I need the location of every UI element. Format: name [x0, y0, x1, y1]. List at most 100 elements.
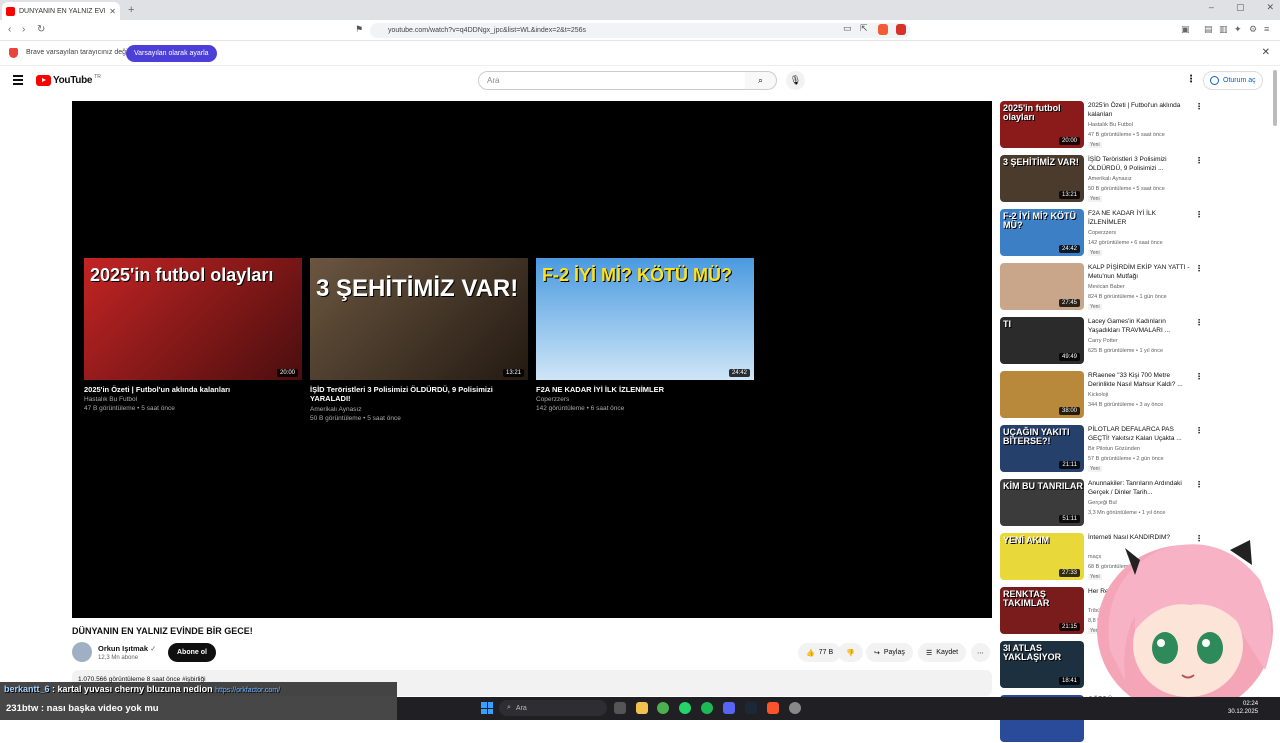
sidebar-video-item[interactable]: 27:45 KALP PİŞİRDİM EKİP YAN YATTI - Metu… — [1000, 263, 1205, 311]
sidebar-thumbnail[interactable]: KİM BU TANRILAR 51:11 — [1000, 479, 1084, 526]
more-options-icon[interactable]: ⋮ — [1195, 426, 1203, 435]
search-input[interactable]: Ara — [478, 71, 746, 90]
sidebar-video-title[interactable]: KALP PİŞİRDİM EKİP YAN YATTI - Metu'nun … — [1088, 263, 1193, 282]
endcard-thumbnail[interactable]: 3 ŞEHİTİMİZ VAR! 13:21 — [310, 258, 528, 380]
save-button[interactable]: ☰ Kaydet — [918, 643, 967, 662]
screen-cast-icon[interactable]: ▭ — [843, 23, 852, 34]
like-button[interactable]: 👍 77 B — [798, 643, 842, 662]
menu-icon[interactable]: ≡ — [1264, 24, 1269, 34]
sidebar-thumbnail[interactable]: 38:00 — [1000, 371, 1084, 418]
sign-in-button[interactable]: Oturum aç — [1203, 71, 1263, 90]
ai-leo-icon[interactable]: ✦ — [1234, 24, 1242, 35]
maximize-icon[interactable]: ▢ — [1236, 2, 1245, 13]
brave-shields-icon[interactable] — [878, 24, 888, 35]
video-player[interactable]: 2025'in futbol olayları 20:00 2025'in Öz… — [72, 101, 992, 618]
endcard-video[interactable]: F-2 İYİ Mİ? KÖTÜ MÜ? 24:42 F2A NE KADAR … — [536, 258, 754, 412]
system-clock[interactable]: 02:24 30.12.2025 — [1228, 700, 1258, 717]
sidebar-thumbnail[interactable]: UÇAĞIN YAKITI BİTERSE?! 21:11 — [1000, 425, 1084, 472]
chat-link[interactable]: https://orkfactor.com/ — [215, 687, 280, 694]
share-icon[interactable]: ⇱ — [860, 23, 868, 34]
page-scrollbar[interactable] — [1273, 70, 1277, 126]
bookmark-icon[interactable]: ⚑ — [355, 24, 363, 35]
hamburger-menu-icon[interactable] — [13, 75, 23, 87]
more-options-icon[interactable]: ⋮ — [1195, 372, 1203, 381]
sidebar-video-item[interactable]: TI 49:49 Lacey Games'in Kadınların Yaşadık… — [1000, 317, 1205, 365]
brave-icon[interactable] — [767, 702, 779, 714]
forward-icon[interactable]: › — [22, 24, 25, 35]
close-infobar-icon[interactable]: ✕ — [1262, 47, 1270, 58]
endcard-title[interactable]: İŞİD Teröristleri 3 Polisimizi ÖLDÜRDÜ, … — [310, 385, 528, 404]
share-button[interactable]: ↪ Paylaş — [866, 643, 913, 662]
vpn-icon[interactable]: ▥ — [1219, 24, 1228, 35]
sidebar-thumbnail[interactable]: 3I ATLAS YAKLAŞIYOR 18:41 — [1000, 641, 1084, 688]
back-icon[interactable]: ‹ — [8, 24, 11, 35]
endcard-title[interactable]: 2025'in Özeti | Futbol'un aklında kalanl… — [84, 385, 302, 394]
sidebar-video-title[interactable]: Lacey Games'in Kadınların Yaşadıkları TR… — [1088, 317, 1193, 336]
more-options-icon[interactable]: ⋮ — [1195, 480, 1203, 489]
close-tab-icon[interactable]: ✕ — [109, 7, 116, 16]
close-window-icon[interactable]: ✕ — [1266, 2, 1274, 13]
new-tab-icon[interactable]: + — [128, 4, 134, 16]
share-arrow-icon: ↪ — [874, 649, 880, 657]
windows-start-icon[interactable] — [481, 702, 493, 714]
wallet-icon[interactable]: ▤ — [1204, 24, 1213, 35]
minimize-icon[interactable]: – — [1209, 2, 1214, 13]
sidebar-video-item[interactable]: 3 ŞEHİTİMİZ VAR! 13:21 İŞİD Teröristleri 3… — [1000, 155, 1205, 203]
subscribe-button[interactable]: Abone ol — [168, 643, 216, 662]
sidebar-thumbnail[interactable]: 2025'in futbol olayları 20:00 — [1000, 101, 1084, 148]
sidebar-thumbnail[interactable]: TI 49:49 — [1000, 317, 1084, 364]
steam-icon[interactable] — [745, 702, 757, 714]
sidebar-video-title[interactable]: İŞİD Teröristleri 3 Polisimizi ÖLDÜRDÜ, … — [1088, 155, 1193, 174]
url-field[interactable]: youtube.com/watch?v=q4DDNgx_jpc&list=WL&… — [370, 23, 910, 38]
chat-username: berkantt_6 — [4, 684, 50, 694]
channel-avatar[interactable] — [72, 642, 92, 662]
sidebar-video-item[interactable]: F-2 İYİ Mİ? KÖTÜ MÜ? 24:42 F2A NE KADAR İY… — [1000, 209, 1205, 257]
obs-icon[interactable] — [789, 702, 801, 714]
sidebar-video-title[interactable]: PİLOTLAR DEFALARCA PAS GEÇTİ! Yakıtsız K… — [1088, 425, 1193, 444]
sidebar-thumbnail[interactable]: 27:45 — [1000, 263, 1084, 310]
task-view-icon[interactable] — [614, 702, 626, 714]
more-options-icon[interactable]: ⋮ — [1195, 156, 1203, 165]
sidebar-video-title[interactable]: Anunnakiler: Tanrıların Ardındaki Gerçek… — [1088, 479, 1193, 498]
tab-strip: DÜNYANIN EN YALNIZ EVİNDE BİR ✕ + – ▢ ✕ — [0, 0, 1280, 20]
spotify-icon[interactable] — [701, 702, 713, 714]
sidebar-video-item[interactable]: 38:00 RRaenee "33 Kişi 700 Metre Derinlik… — [1000, 371, 1205, 419]
sidebar-thumbnail[interactable]: RENKTAŞ TAKIMLAR 21:15 — [1000, 587, 1084, 634]
thumbnail-caption: 3I ATLAS YAKLAŞIYOR — [1003, 643, 1062, 662]
endcard-title[interactable]: F2A NE KADAR İYİ İLK İZLENİMLER — [536, 385, 754, 394]
file-explorer-icon[interactable] — [636, 702, 648, 714]
more-actions-button[interactable]: ⋯ — [971, 643, 990, 662]
sidebar-video-item[interactable]: UÇAĞIN YAKITI BİTERSE?! 21:11 PİLOTLAR DEF… — [1000, 425, 1205, 473]
more-options-icon[interactable]: ⋮ — [1195, 318, 1203, 327]
whatsapp-icon[interactable] — [679, 702, 691, 714]
sidebar-video-item[interactable]: 2025'in futbol olayları 20:00 2025'in Özet… — [1000, 101, 1205, 149]
endcard-video[interactable]: 2025'in futbol olayları 20:00 2025'in Öz… — [84, 258, 302, 412]
endcard-video[interactable]: 3 ŞEHİTİMİZ VAR! 13:21 İŞİD Teröristleri… — [310, 258, 528, 422]
endcard-thumbnail[interactable]: F-2 İYİ Mİ? KÖTÜ MÜ? 24:42 — [536, 258, 754, 380]
discord-icon[interactable] — [723, 702, 735, 714]
extensions-icon[interactable]: ⚙ — [1249, 24, 1257, 35]
endcard-thumbnail[interactable]: 2025'in futbol olayları 20:00 — [84, 258, 302, 380]
more-options-icon[interactable]: ⋮ — [1195, 210, 1203, 219]
chrome-icon[interactable] — [657, 702, 669, 714]
sidebar-thumbnail[interactable]: 3 ŞEHİTİMİZ VAR! 13:21 — [1000, 155, 1084, 202]
reload-icon[interactable]: ↻ — [37, 24, 45, 35]
browser-tab[interactable]: DÜNYANIN EN YALNIZ EVİNDE BİR ✕ — [2, 2, 120, 20]
search-button[interactable]: ⌕ — [745, 71, 777, 90]
sidebar-video-title[interactable]: F2A NE KADAR İYİ İLK İZLENİMLER — [1088, 209, 1193, 228]
sidebar-video-title[interactable]: RRaenee "33 Kişi 700 Metre Derinlikte Na… — [1088, 371, 1193, 390]
set-default-button[interactable]: Varsayılan olarak ayarla — [126, 45, 217, 62]
voice-search-button[interactable]: 🎙 — [786, 71, 805, 90]
dislike-button[interactable]: 👎 — [838, 643, 863, 662]
sidebar-toggle-icon[interactable]: ▣ — [1181, 24, 1190, 35]
sidebar-thumbnail[interactable]: F-2 İYİ Mİ? KÖTÜ MÜ? 24:42 — [1000, 209, 1084, 256]
channel-name[interactable]: Orkun Işıtmak ✓ — [98, 644, 156, 653]
more-options-icon[interactable]: ⋮ — [1195, 102, 1203, 111]
taskbar-search[interactable]: ⌕ Ara — [499, 700, 607, 716]
sidebar-thumbnail[interactable]: YENİ AKIM 27:33 — [1000, 533, 1084, 580]
youtube-logo[interactable]: YouTube TR — [36, 74, 101, 86]
sidebar-video-title[interactable]: 2025'in Özeti | Futbol'un aklında kalanl… — [1088, 101, 1193, 120]
settings-kebab-icon[interactable]: ⋮ — [1186, 74, 1196, 85]
more-options-icon[interactable]: ⋮ — [1195, 264, 1203, 273]
brave-rewards-icon[interactable] — [896, 24, 906, 35]
